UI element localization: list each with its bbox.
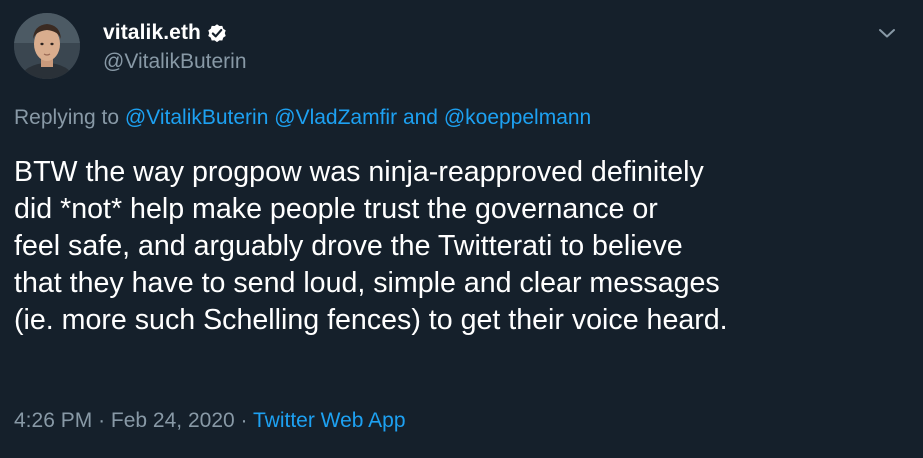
mention-link[interactable]: @VladZamfir [274,106,397,129]
tweet-body-line: feel safe, and arguably drove the Twitte… [14,230,683,262]
tweet-body-line: that they have to send loud, simple and … [14,267,720,299]
tweet-body-line: (ie. more such Schelling fences) to get … [14,304,728,336]
avatar[interactable] [14,13,80,79]
mention-link[interactable]: @koeppelmann [444,106,591,129]
tweet-body-line: BTW the way progpow was ninja-reapproved… [14,156,704,188]
source-app-link[interactable]: Twitter Web App [253,409,406,432]
tweet-time[interactable]: 4:26 PM [14,409,92,432]
replying-to-line: Replying to @VitalikButerin @VladZamfir … [14,106,591,130]
verified-badge-icon [206,22,228,44]
profile-photo [14,13,80,79]
mention-link[interactable]: @VitalikButerin [125,106,269,129]
tweet-body: BTW the way progpow was ninja-reapproved… [14,154,909,339]
author-name-row[interactable]: vitalik.eth [103,18,228,48]
tweet-card: vitalik.eth @VitalikButerin Replying to … [0,0,923,458]
replying-prefix: Replying to [14,106,120,129]
tweet-meta: 4:26 PM · Feb 24, 2020 · Twitter Web App [14,409,406,433]
tweet-body-line: did *not* help make people trust the gov… [14,193,658,225]
meta-separator: · [98,409,106,432]
meta-separator: · [240,409,248,432]
tweet-date[interactable]: Feb 24, 2020 [111,409,235,432]
user-handle[interactable]: @VitalikButerin [103,50,247,74]
display-name[interactable]: vitalik.eth [103,21,201,45]
mention-conjunction[interactable]: and [403,106,438,129]
chevron-down-icon[interactable] [872,18,902,48]
